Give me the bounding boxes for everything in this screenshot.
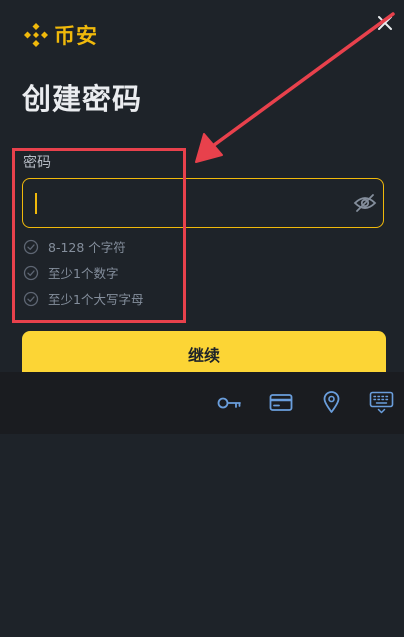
annotation-arrow (195, 12, 395, 163)
create-password-screen: 币安 创建密码 密码 8-128 个字符 至少1个数字 至少1个大写字母 继续 (0, 0, 404, 637)
